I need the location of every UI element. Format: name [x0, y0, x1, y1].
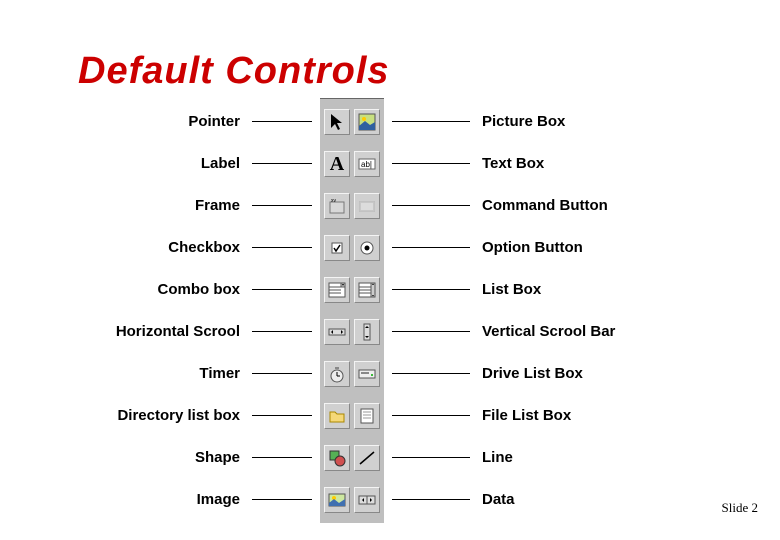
slide-title: Default Controls: [78, 50, 390, 93]
slide-number: Slide 2: [722, 500, 758, 516]
label-hscroll: Horizontal Scrool: [116, 310, 312, 352]
vscroll-icon[interactable]: [354, 319, 380, 345]
shape-icon[interactable]: [324, 445, 350, 471]
pointer-icon[interactable]: [324, 109, 350, 135]
label-optionbutton: Option Button: [392, 226, 583, 268]
commandbutton-icon[interactable]: [354, 193, 380, 219]
label-commandbutton: Command Button: [392, 184, 608, 226]
label-icon[interactable]: A: [324, 151, 350, 177]
label-listbox: List Box: [392, 268, 541, 310]
label-filelist: File List Box: [392, 394, 571, 436]
label-combobox: Combo box: [158, 268, 313, 310]
data-icon[interactable]: [354, 487, 380, 513]
label-pointer: Pointer: [188, 100, 312, 142]
label-shape: Shape: [195, 436, 312, 478]
drivelistbox-icon[interactable]: [354, 361, 380, 387]
filelistbox-icon[interactable]: [354, 403, 380, 429]
optionbutton-icon[interactable]: [354, 235, 380, 261]
listbox-icon[interactable]: [354, 277, 380, 303]
label-checkbox: Checkbox: [168, 226, 312, 268]
picturebox-icon[interactable]: [354, 109, 380, 135]
textbox-icon[interactable]: ab|: [354, 151, 380, 177]
label-drivelist: Drive List Box: [392, 352, 583, 394]
label-dirlist: Directory list box: [117, 394, 312, 436]
timer-icon[interactable]: [324, 361, 350, 387]
left-labels-column: Pointer Label Frame Checkbox Combo box H…: [0, 100, 312, 520]
hscroll-icon[interactable]: [324, 319, 350, 345]
label-data: Data: [392, 478, 515, 520]
line-icon[interactable]: [354, 445, 380, 471]
label-image: Image: [197, 478, 312, 520]
svg-text:xv: xv: [331, 198, 337, 204]
toolbox-palette: A ab| xv: [320, 98, 384, 523]
label-timer: Timer: [199, 352, 312, 394]
checkbox-icon[interactable]: [324, 235, 350, 261]
dirlistbox-icon[interactable]: [324, 403, 350, 429]
label-frame: Frame: [195, 184, 312, 226]
label-vscroll: Vertical Scrool Bar: [392, 310, 615, 352]
image-icon[interactable]: [324, 487, 350, 513]
label-line: Line: [392, 436, 513, 478]
label-picturebox: Picture Box: [392, 100, 565, 142]
frame-icon[interactable]: xv: [324, 193, 350, 219]
label-label: Label: [201, 142, 312, 184]
svg-text:ab|: ab|: [361, 160, 372, 169]
right-labels-column: Picture Box Text Box Command Button Opti…: [392, 100, 672, 520]
label-textbox: Text Box: [392, 142, 544, 184]
combobox-icon[interactable]: [324, 277, 350, 303]
